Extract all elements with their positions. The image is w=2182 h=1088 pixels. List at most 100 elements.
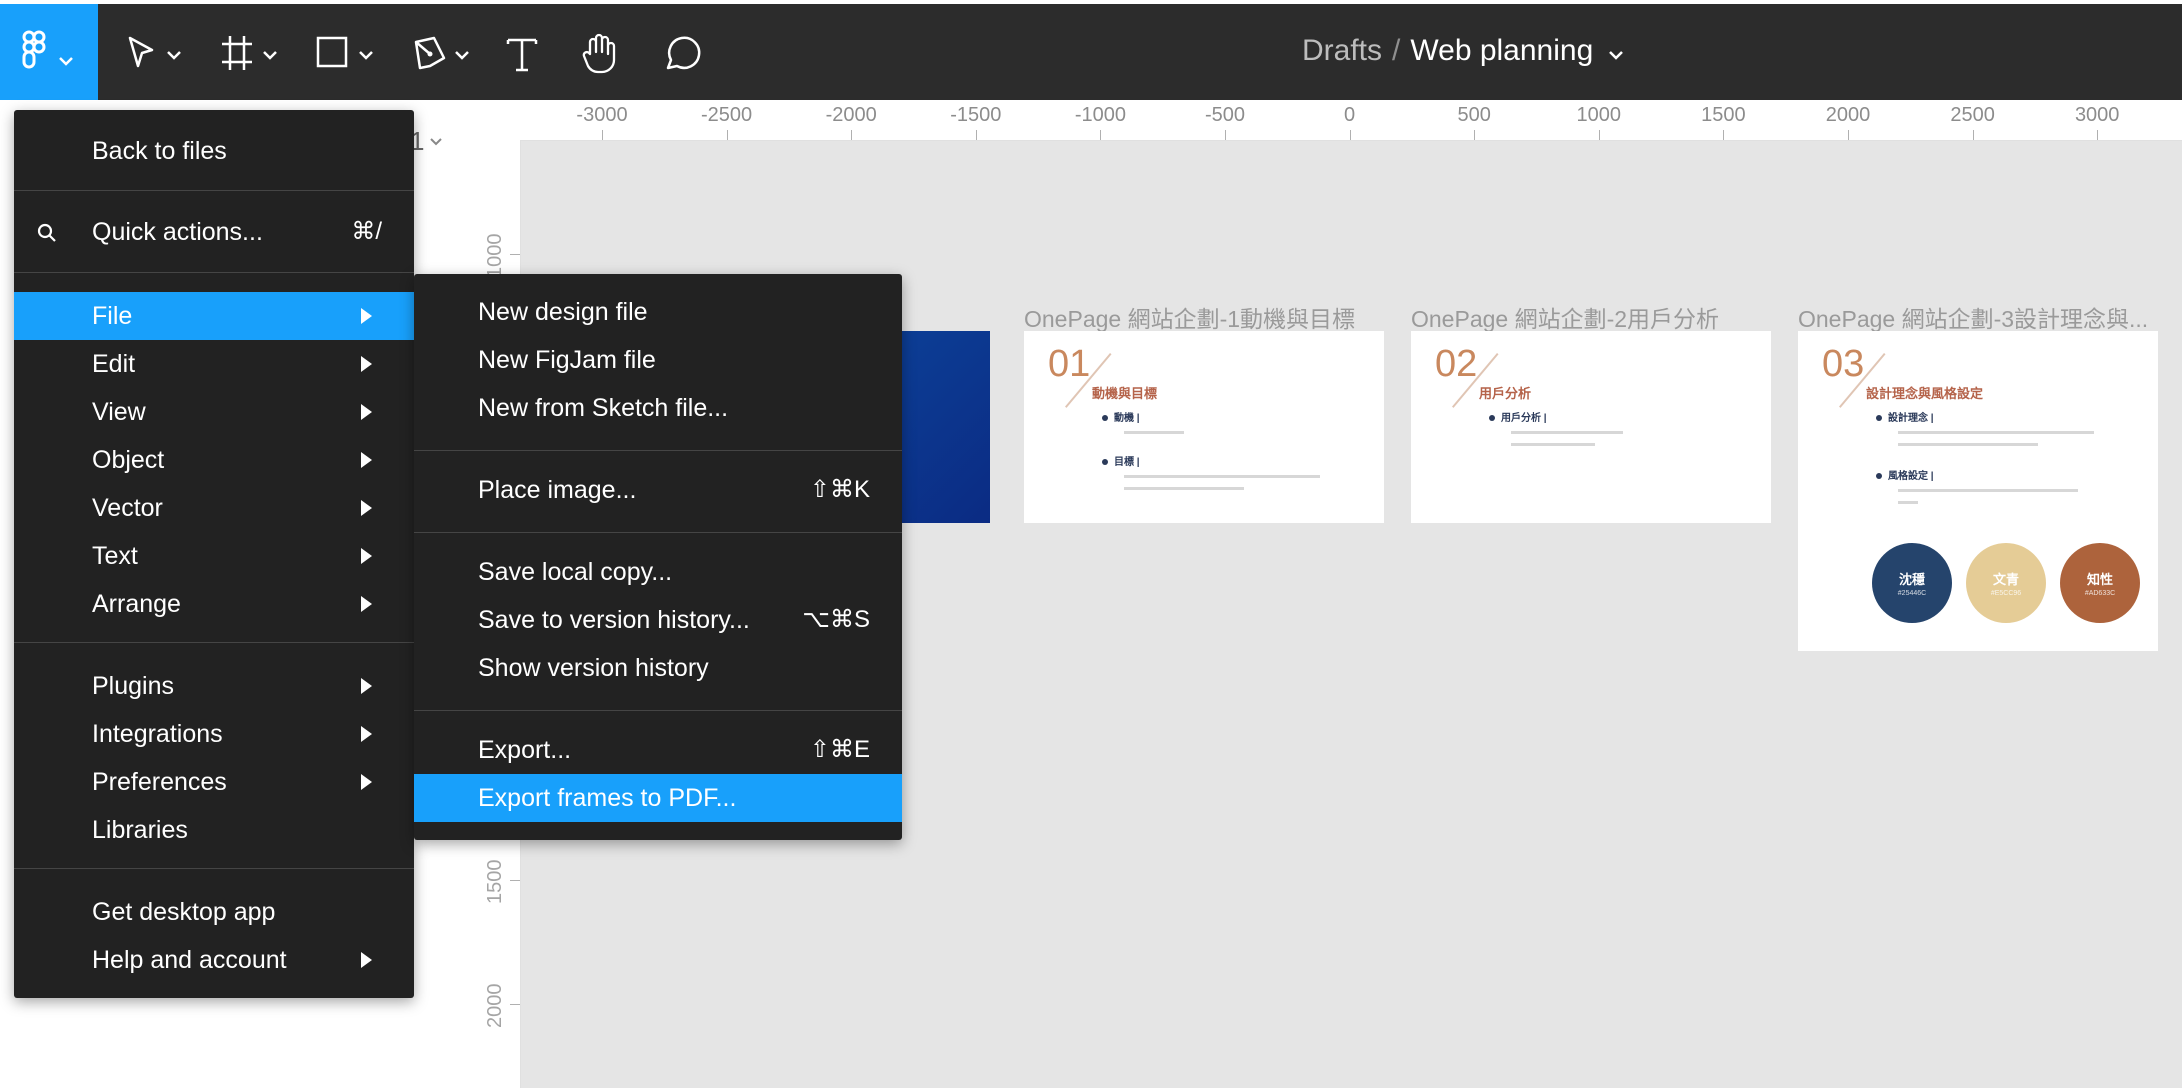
file-breadcrumb: Drafts / Web planning [1302,34,1625,69]
color-swatch[interactable]: 沈穩 #25446C [1872,543,1952,623]
bullet-item: 設計理念 | [1876,409,1934,424]
breadcrumb-drafts[interactable]: Drafts [1302,34,1382,67]
ruler-tick [510,1004,520,1005]
menu-item-file[interactable]: File [14,292,414,340]
ruler-tick-label: -500 [1204,104,1246,126]
menu-item-preferences[interactable]: Preferences [14,758,414,806]
frame-tool[interactable] [218,30,282,78]
submenu-arrow-icon [361,356,372,372]
menu-item-text[interactable]: Text [14,532,414,580]
menu-item-back-to-files[interactable]: Back to files [14,127,414,175]
shape-tool[interactable] [314,30,378,78]
menu-item-quick-actions[interactable]: Quick actions... ⌘/ [14,208,414,256]
text-line [1898,443,2038,446]
ruler-tick-label: 2500 [1950,104,1995,126]
menu-divider [14,190,414,191]
main-menu: Back to files Quick actions... ⌘/ File Ed… [14,110,414,998]
menu-divider [14,868,414,869]
menu-divider [14,642,414,643]
menu-item-new-figjam-file[interactable]: New FigJam file [414,336,902,384]
menu-item-new-design-file[interactable]: New design file [414,288,902,336]
comment-bubble-icon [666,36,701,70]
menu-item-edit[interactable]: Edit [14,340,414,388]
submenu-arrow-icon [361,548,372,564]
frame-3[interactable]: 03 設計理念與風格設定 設計理念 | 風格設定 | 沈穩 #25446C 文青 #… [1798,331,2158,651]
hand-tool[interactable] [580,30,622,78]
search-icon [37,223,56,242]
frame-title-2[interactable]: OnePage 網站企劃-2用戶分析 [1411,300,1719,334]
text-line [1124,431,1184,434]
color-swatch[interactable]: 文青 #E5CC96 [1966,543,2046,623]
text-line [1511,431,1623,434]
menu-item-export[interactable]: Export... ⇧⌘E [414,726,902,774]
submenu-arrow-icon [361,726,372,742]
frame-title-3[interactable]: OnePage 網站企劃-3設計理念與... [1798,300,2148,334]
rectangle-icon [316,36,373,68]
menu-item-save-local-copy[interactable]: Save local copy... [414,548,902,596]
text-tool[interactable] [504,30,540,78]
ruler-tick-label: 0 [1344,104,1356,126]
menu-item-show-version-history[interactable]: Show version history [414,644,902,692]
menu-item-view[interactable]: View [14,388,414,436]
ruler-tick-label: -1500 [950,104,1002,126]
ruler-tick [602,130,603,140]
ruler-tick-label: 1000 [484,233,506,279]
ruler-tick-label: -3000 [576,104,628,126]
text-line [1898,501,1918,504]
ruler-tick [510,880,520,881]
menu-divider [14,272,414,273]
menu-item-plugins[interactable]: Plugins [14,662,414,710]
ruler-horizontal: -3000 -2500 -2000 -1500 -1000 -500 0 500 1000 150… [478,100,2182,141]
ruler-tick-label: -2000 [825,104,877,126]
menu-divider [414,710,902,711]
text-line [1124,487,1244,490]
submenu-arrow-icon [361,500,372,516]
menu-item-help-and-account[interactable]: Help and account [14,936,414,984]
move-tool[interactable] [124,30,188,78]
bullet-item: 風格設定 | [1876,467,1934,482]
menu-item-get-desktop-app[interactable]: Get desktop app [14,888,414,936]
ruler-tick [726,130,728,140]
menu-item-save-to-version-history[interactable]: Save to version history... ⌥⌘S [414,596,902,644]
menu-item-object[interactable]: Object [14,436,414,484]
color-swatch[interactable]: 知性 #AD633C [2060,543,2140,623]
frame-2[interactable]: 02 用戶分析 用戶分析 | [1411,331,1771,523]
ruler-tick [1848,130,1849,140]
ruler-tick-label: 2000 [1825,104,1871,126]
chevron-down-icon[interactable] [428,136,444,148]
menu-item-libraries[interactable]: Libraries [14,806,414,854]
frame-hash-icon [222,36,277,70]
menu-item-vector[interactable]: Vector [14,484,414,532]
menu-item-integrations[interactable]: Integrations [14,710,414,758]
ruler-tick-label: 500 [1457,104,1491,126]
menu-item-export-frames-to-pdf[interactable]: Export frames to PDF... [414,774,902,822]
frame-title-1[interactable]: OnePage 網站企劃-1動機與目標 [1024,300,1355,334]
submenu-arrow-icon [361,678,372,694]
menu-item-arrange[interactable]: Arrange [14,580,414,628]
ruler-tick [1598,130,1600,140]
ruler-tick [2097,130,2099,140]
text-line [1898,431,2094,434]
cursor-arrow-icon [128,36,181,68]
menu-item-new-from-sketch[interactable]: New from Sketch file... [414,384,902,432]
pen-icon [414,36,469,70]
frame-heading: 動機與目標 [1092,386,1158,401]
bullet-item: 用戶分析 | [1489,409,1547,424]
file-name[interactable]: Web planning [1410,34,1593,67]
submenu-arrow-icon [361,404,372,420]
comment-tool[interactable] [660,30,702,78]
menu-divider [414,450,902,451]
chevron-down-icon[interactable] [1607,35,1625,69]
ruler-tick-label: 1000 [1576,104,1622,126]
menu-item-place-image[interactable]: Place image... ⇧⌘K [414,466,902,514]
submenu-arrow-icon [361,308,372,324]
toolbar: Drafts / Web planning [0,0,2182,100]
main-menu-button[interactable] [0,4,98,100]
ruler-tick-label: -1000 [1074,104,1126,126]
submenu-arrow-icon [361,596,372,612]
pen-tool[interactable] [410,30,474,78]
ruler-tick [1349,130,1351,140]
frame-number: 01 [1048,343,1091,385]
frame-1[interactable]: 01 動機與目標 動機 | 目標 | [1024,331,1384,523]
text-line [1124,475,1320,478]
